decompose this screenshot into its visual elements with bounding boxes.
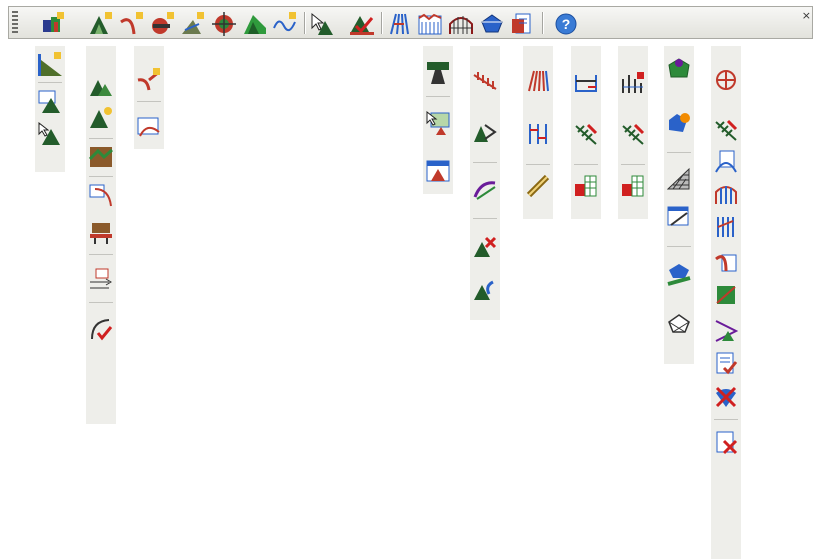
flyout-check <box>470 46 500 320</box>
terrain-arrow-icon[interactable] <box>473 120 497 144</box>
terrain-add-icon[interactable] <box>181 12 205 36</box>
flyout-bridge <box>618 46 648 219</box>
column-lines-icon[interactable] <box>714 215 738 239</box>
help-icon[interactable]: ? <box>554 12 578 36</box>
terrain-arrow-2-icon[interactable] <box>714 319 738 343</box>
flyout-road <box>523 46 553 219</box>
doc-green-icon[interactable] <box>714 283 738 307</box>
toolbar-close-icon[interactable]: × <box>802 9 811 22</box>
target-gear-icon[interactable] <box>212 12 236 36</box>
terrain-grid-icon[interactable] <box>41 12 65 36</box>
terrain-table-icon[interactable] <box>38 90 62 114</box>
flyout-alignment <box>134 46 164 149</box>
surface-peaks-icon[interactable] <box>89 74 113 98</box>
flyout-cursor <box>423 46 453 194</box>
terrain-cursor-icon[interactable] <box>38 122 62 146</box>
flyout-separator <box>89 254 113 255</box>
terrain-slope-icon[interactable] <box>38 52 62 76</box>
multi-lines-icon[interactable] <box>526 69 550 93</box>
mesh-slope-icon[interactable] <box>667 167 691 191</box>
wave-line-icon[interactable] <box>273 12 297 36</box>
volume-chart-icon[interactable] <box>574 174 598 198</box>
surface-layers-icon[interactable] <box>89 145 113 169</box>
road-section-icon[interactable] <box>426 60 450 84</box>
flyout-separator <box>137 101 161 102</box>
doc-curve-icon[interactable] <box>714 150 738 174</box>
main-toolbar: × ? <box>8 6 813 39</box>
flyout-solid <box>664 46 694 364</box>
doc-delete-icon[interactable] <box>714 431 738 455</box>
profile-red-icon[interactable] <box>151 12 175 36</box>
radius-arrows-icon[interactable] <box>89 268 113 292</box>
flyout-separator <box>38 82 62 83</box>
flyout-surface <box>86 46 116 424</box>
bracket-profile-icon[interactable] <box>574 71 598 95</box>
solid-road-icon[interactable] <box>667 262 691 286</box>
terrain-undo-icon[interactable] <box>473 278 497 302</box>
green-terrain-icon[interactable] <box>243 12 267 36</box>
terrain-delete-icon[interactable] <box>473 235 497 259</box>
alignment-branch-icon[interactable] <box>137 68 161 92</box>
hatch-green-icon[interactable] <box>621 122 645 146</box>
toolbar-grip[interactable] <box>12 11 18 35</box>
flyout-separator <box>89 302 113 303</box>
window-terrain-icon[interactable] <box>426 159 450 183</box>
svg-text:?: ? <box>562 16 571 32</box>
solid-gear-icon[interactable] <box>667 110 691 134</box>
profile-graph-icon[interactable] <box>137 116 161 140</box>
flyout-separator <box>89 176 113 177</box>
flyout-profile <box>571 46 601 219</box>
flyout-separator <box>714 419 738 420</box>
network-red-icon[interactable] <box>714 68 738 92</box>
surface-edit-icon[interactable] <box>89 106 113 130</box>
flyout-terrain <box>35 46 65 172</box>
curve-check-icon[interactable] <box>89 317 113 341</box>
cursor-terrain-icon[interactable] <box>310 12 334 36</box>
flyout-separator <box>667 152 691 153</box>
solid-outline-icon[interactable] <box>667 312 691 336</box>
flyout-separator <box>473 162 497 163</box>
flyout-separator <box>574 164 598 165</box>
solid-window-icon[interactable] <box>667 205 691 229</box>
hatch-check-icon[interactable] <box>714 118 738 142</box>
bridge-red-icon[interactable] <box>714 182 738 206</box>
table-curve-icon[interactable] <box>89 183 113 207</box>
alignment-curve-icon[interactable] <box>120 12 144 36</box>
bridge-chart-icon[interactable] <box>621 71 645 95</box>
blue-profile-icon[interactable] <box>418 12 442 36</box>
hatch-cross-icon[interactable] <box>473 69 497 93</box>
pipe-tool-icon[interactable] <box>526 174 550 198</box>
cursor-map-icon[interactable] <box>426 111 450 135</box>
toolbar-separator <box>304 12 306 34</box>
toolbar-separator <box>542 12 544 34</box>
surface-add-icon[interactable] <box>89 12 113 36</box>
terrain-check-icon[interactable] <box>350 12 374 36</box>
network-delete-icon[interactable] <box>714 385 738 409</box>
curve-lines-icon[interactable] <box>473 177 497 201</box>
bridge-grid-icon[interactable] <box>449 12 473 36</box>
green-solid-icon[interactable] <box>667 57 691 81</box>
flyout-separator <box>526 164 550 165</box>
hatch-red-icon[interactable] <box>574 122 598 146</box>
flyout-separator <box>667 246 691 247</box>
branch-lines-icon[interactable] <box>526 122 550 146</box>
flyout-separator <box>89 138 113 139</box>
road-lines-icon[interactable] <box>387 12 411 36</box>
profile-section-icon[interactable] <box>89 221 113 245</box>
doc-check-icon[interactable] <box>714 352 738 376</box>
flyout-separator <box>426 96 450 97</box>
flyout-documents <box>711 46 741 559</box>
flyout-separator <box>473 218 497 219</box>
blue-solid-icon[interactable] <box>480 12 504 36</box>
area-chart-icon[interactable] <box>621 174 645 198</box>
toolbar-separator <box>381 12 383 34</box>
doc-arc-icon[interactable] <box>714 249 738 273</box>
flyout-separator <box>621 164 645 165</box>
document-stack-icon[interactable] <box>511 12 535 36</box>
